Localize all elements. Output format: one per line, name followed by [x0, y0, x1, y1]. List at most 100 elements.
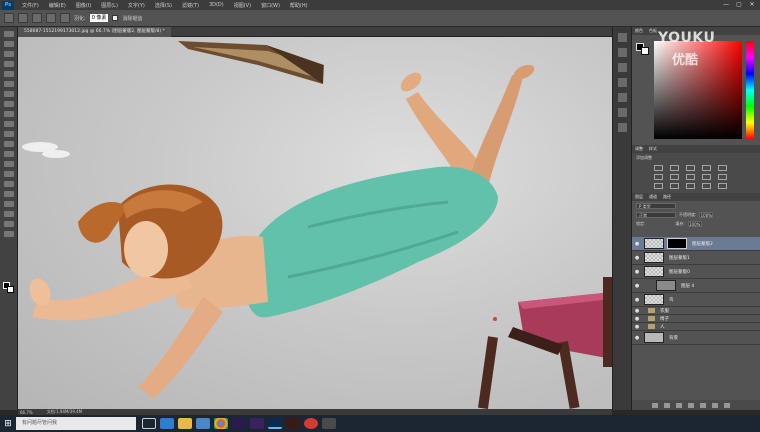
quick-select-tool-icon[interactable] — [3, 61, 14, 67]
taskbar-search-input[interactable]: 有问题尽管问我 — [16, 417, 136, 430]
layer-row[interactable]: ● 图层蒙版1 — [632, 251, 760, 265]
photo-filter-icon[interactable] — [702, 174, 711, 180]
tab-channels[interactable]: 通道 — [649, 194, 657, 200]
hand-tool-icon[interactable] — [3, 211, 14, 217]
blur-tool-icon[interactable] — [3, 151, 14, 157]
panel-background-swatch[interactable] — [641, 47, 649, 55]
canvas[interactable] — [18, 37, 612, 409]
layer-style-icon[interactable] — [664, 402, 670, 408]
layer-row[interactable]: ● 图层蒙版0 — [632, 265, 760, 279]
animate-icon[interactable] — [286, 418, 300, 429]
posterize-icon[interactable] — [670, 183, 679, 189]
layer-row[interactable]: ● 鸟 — [632, 293, 760, 307]
after-effects-icon[interactable] — [250, 418, 264, 429]
path-select-tool-icon[interactable] — [3, 191, 14, 197]
visibility-eye-icon[interactable]: ● — [632, 255, 642, 261]
premiere-icon[interactable] — [232, 418, 246, 429]
subtract-selection-icon[interactable] — [46, 13, 56, 23]
type-tool-icon[interactable] — [3, 181, 14, 187]
eyedropper-tool-icon[interactable] — [3, 81, 14, 87]
hue-slider[interactable] — [746, 41, 754, 139]
windows-start-icon[interactable]: ⊞ — [0, 415, 16, 432]
healing-brush-icon[interactable] — [3, 91, 14, 97]
history-panel-icon[interactable] — [617, 33, 627, 42]
maximize-button[interactable]: ▢ — [735, 1, 743, 9]
menu-view[interactable]: 视图(V) — [229, 2, 256, 9]
black-white-icon[interactable] — [686, 174, 695, 180]
new-group-icon[interactable] — [700, 402, 706, 408]
task-view-icon[interactable] — [142, 418, 156, 429]
dodge-tool-icon[interactable] — [3, 161, 14, 167]
lasso-tool-preset-icon[interactable] — [4, 13, 14, 23]
visibility-eye-icon[interactable]: ● — [632, 316, 642, 322]
threshold-icon[interactable] — [686, 183, 695, 189]
visibility-eye-icon[interactable]: ● — [632, 335, 642, 341]
new-selection-icon[interactable] — [18, 13, 28, 23]
new-adjustment-icon[interactable] — [688, 402, 694, 408]
brush-tool-icon[interactable] — [3, 101, 14, 107]
file-explorer-icon[interactable] — [178, 418, 192, 429]
edge-icon[interactable] — [160, 418, 174, 429]
history-brush-icon[interactable] — [3, 121, 14, 127]
selective-color-icon[interactable] — [718, 183, 727, 189]
clone-source-panel-icon[interactable] — [617, 108, 627, 117]
menu-layer[interactable]: 图层(L) — [96, 2, 123, 9]
vibrance-icon[interactable] — [718, 165, 727, 171]
tab-adjustments[interactable]: 调整 — [635, 146, 643, 152]
tab-swatches[interactable]: 色板 — [649, 28, 657, 34]
shape-tool-icon[interactable] — [3, 201, 14, 207]
tab-paths[interactable]: 路径 — [663, 194, 671, 200]
exposure-icon[interactable] — [702, 165, 711, 171]
info-panel-icon[interactable] — [617, 123, 627, 132]
antialias-checkbox[interactable] — [112, 15, 119, 21]
layer-row[interactable]: ● 背景 — [632, 331, 760, 345]
background-color-swatch[interactable] — [7, 286, 14, 293]
visibility-eye-icon[interactable]: ● — [632, 283, 642, 289]
move-tool-icon[interactable] — [3, 31, 14, 37]
delete-layer-icon[interactable] — [724, 402, 730, 408]
intersect-selection-icon[interactable] — [60, 13, 70, 23]
menu-select[interactable]: 选择(S) — [150, 2, 177, 9]
tab-color[interactable]: 颜色 — [635, 28, 643, 34]
link-layers-icon[interactable] — [652, 402, 658, 408]
layer-row[interactable]: ● 图层蒙版2 — [632, 237, 760, 251]
close-button[interactable]: ✕ — [748, 1, 756, 9]
visibility-eye-icon[interactable]: ● — [632, 308, 642, 314]
channel-mixer-icon[interactable] — [718, 174, 727, 180]
zoom-tool-icon[interactable] — [3, 221, 14, 227]
crop-tool-icon[interactable] — [3, 71, 14, 77]
more-tools-icon[interactable] — [3, 231, 14, 237]
eraser-tool-icon[interactable] — [3, 131, 14, 137]
visibility-eye-icon[interactable]: ● — [632, 241, 642, 247]
visibility-eye-icon[interactable]: ● — [632, 297, 642, 303]
photos-icon[interactable] — [322, 418, 336, 429]
chrome-icon[interactable] — [214, 418, 228, 429]
brightness-contrast-icon[interactable] — [654, 165, 663, 171]
store-icon[interactable] — [196, 418, 210, 429]
opacity-input[interactable]: 100% — [699, 211, 714, 218]
visibility-eye-icon[interactable]: ● — [632, 324, 642, 330]
menu-type[interactable]: 文字(Y) — [123, 2, 150, 9]
zoom-readout[interactable]: 66.7% — [20, 410, 33, 415]
tab-layers[interactable]: 图层 — [635, 194, 643, 200]
layer-row[interactable]: ● 图层 4 — [632, 279, 760, 293]
menu-image[interactable]: 图像(I) — [71, 2, 96, 9]
clone-stamp-icon[interactable] — [3, 111, 14, 117]
levels-icon[interactable] — [670, 165, 679, 171]
menu-filter[interactable]: 滤镜(T) — [177, 2, 204, 9]
visibility-eye-icon[interactable]: ● — [632, 269, 642, 275]
brush-panel-icon[interactable] — [617, 93, 627, 102]
netease-music-icon[interactable] — [304, 418, 318, 429]
hue-saturation-icon[interactable] — [654, 174, 663, 180]
lasso-tool-icon[interactable] — [3, 51, 14, 57]
menu-3d[interactable]: 3D(D) — [204, 2, 229, 8]
gradient-map-icon[interactable] — [702, 183, 711, 189]
invert-icon[interactable] — [654, 183, 663, 189]
properties-panel-icon[interactable] — [617, 48, 627, 57]
paragraph-panel-icon[interactable] — [617, 78, 627, 87]
layer-group-row[interactable]: ● 人 — [632, 323, 760, 331]
tab-styles[interactable]: 样式 — [649, 146, 657, 152]
gradient-tool-icon[interactable] — [3, 141, 14, 147]
add-selection-icon[interactable] — [32, 13, 42, 23]
minimize-button[interactable]: — — [722, 1, 730, 9]
